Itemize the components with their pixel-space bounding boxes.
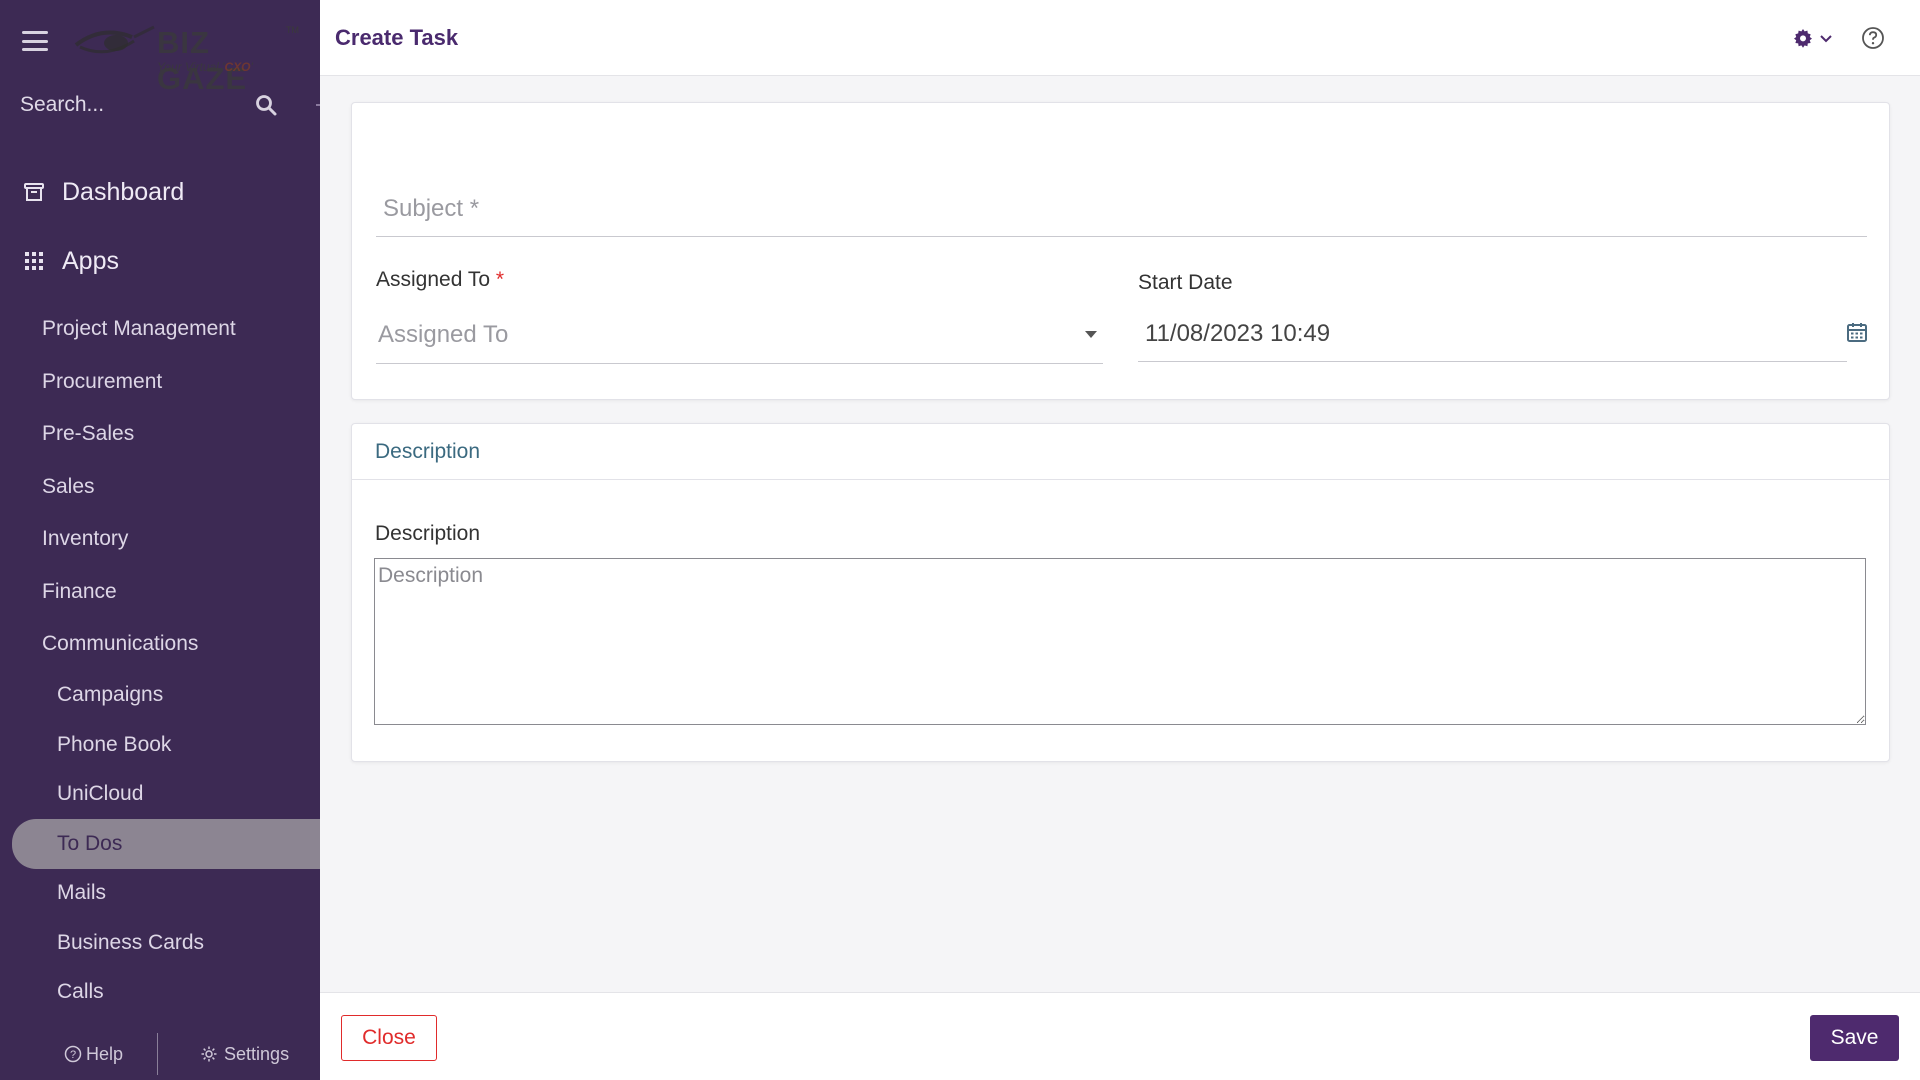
bizgaze-logo[interactable]: BIZ GAZE TM Your Virtual 'CXO' — [72, 11, 302, 96]
sidebar-subitem-business-cards[interactable]: Business Cards — [0, 918, 320, 968]
sidebar-app-list: Project Management Procurement Pre-Sales… — [0, 303, 320, 1067]
dropdown-caret-icon — [1085, 331, 1097, 338]
help-icon[interactable] — [1861, 26, 1885, 50]
logo-eye-icon — [74, 25, 155, 54]
sidebar-subitem-to-dos[interactable]: To Dos — [12, 819, 320, 869]
sidebar-item-apps[interactable]: Apps — [0, 233, 320, 289]
description-label: Description — [375, 522, 481, 545]
footer-divider — [157, 1033, 159, 1075]
assigned-to-placeholder: Assigned To — [378, 320, 509, 348]
settings-dropdown-button[interactable] — [1793, 28, 1833, 48]
settings-gear-icon — [201, 1046, 217, 1062]
search-icon[interactable] — [254, 93, 278, 117]
start-date-input[interactable]: 11/08/2023 10:49 — [1138, 306, 1847, 362]
logo-trademark: TM — [286, 25, 299, 35]
assigned-to-label: Assigned To * — [376, 268, 505, 291]
sidebar-subitem-mails[interactable]: Mails — [0, 869, 320, 919]
sidebar-item-inventory[interactable]: Inventory — [0, 513, 320, 566]
start-date-value: 11/08/2023 10:49 — [1145, 319, 1331, 347]
start-date-label: Start Date — [1138, 271, 1233, 294]
sidebar-subitem-unicloud[interactable]: UniCloud — [0, 770, 320, 820]
sidebar-subitem-campaigns[interactable]: Campaigns — [0, 671, 320, 721]
help-link[interactable]: ? Help — [64, 1044, 123, 1065]
sidebar-item-project-management[interactable]: Project Management — [0, 303, 320, 356]
apps-grid-icon — [22, 249, 46, 273]
settings-link[interactable]: Settings — [200, 1044, 289, 1065]
sidebar-subitem-calls[interactable]: Calls — [0, 968, 320, 1018]
close-button[interactable]: Close — [341, 1015, 437, 1061]
logo-tagline: Your Virtual 'CXO' — [157, 60, 253, 74]
assigned-to-select[interactable]: Assigned To — [376, 306, 1103, 364]
task-details-card: Assigned To * Assigned To Start Date 11/… — [351, 102, 1890, 400]
form-footer: Close Save — [320, 992, 1920, 1080]
sidebar-footer: ? Help Settings — [0, 1028, 320, 1080]
sidebar-search[interactable]: Search... — [0, 82, 320, 128]
page-title: Create Task — [335, 24, 459, 50]
sidebar-item-finance[interactable]: Finance — [0, 566, 320, 619]
sidebar-subitem-phone-book[interactable]: Phone Book — [0, 720, 320, 770]
collapse-handle[interactable] — [316, 104, 320, 106]
description-card: Description Description — [351, 423, 1890, 762]
sidebar-item-communications[interactable]: Communications — [0, 618, 320, 671]
subject-field-wrapper — [376, 181, 1867, 237]
help-label: Help — [86, 1043, 124, 1064]
help-circle-icon: ? — [64, 1045, 82, 1063]
sidebar-item-procurement[interactable]: Procurement — [0, 356, 320, 409]
sidebar: BIZ GAZE TM Your Virtual 'CXO' Search...… — [0, 0, 320, 1080]
sidebar-top: BIZ GAZE TM Your Virtual 'CXO' — [0, 0, 320, 96]
settings-label: Settings — [224, 1043, 290, 1064]
save-button[interactable]: Save — [1810, 1015, 1899, 1061]
chevron-down-icon — [1820, 34, 1832, 42]
sidebar-item-pre-sales[interactable]: Pre-Sales — [0, 408, 320, 461]
apps-label: Apps — [62, 246, 119, 275]
gear-icon — [1794, 28, 1812, 48]
dashboard-icon — [22, 180, 46, 204]
page-header: Create Task — [320, 0, 1920, 76]
dashboard-label: Dashboard — [62, 177, 185, 206]
svg-text:?: ? — [70, 1049, 76, 1061]
required-asterisk: * — [495, 268, 505, 291]
subject-input[interactable] — [376, 181, 1867, 236]
calendar-icon[interactable] — [1846, 321, 1868, 343]
hamburger-menu-icon[interactable] — [22, 31, 48, 51]
search-input[interactable]: Search... — [20, 93, 254, 117]
sidebar-item-dashboard[interactable]: Dashboard — [0, 164, 320, 220]
description-section-title: Description — [352, 424, 1889, 480]
description-textarea[interactable] — [374, 558, 1866, 725]
header-actions — [1793, 26, 1885, 50]
sidebar-item-sales[interactable]: Sales — [0, 461, 320, 514]
